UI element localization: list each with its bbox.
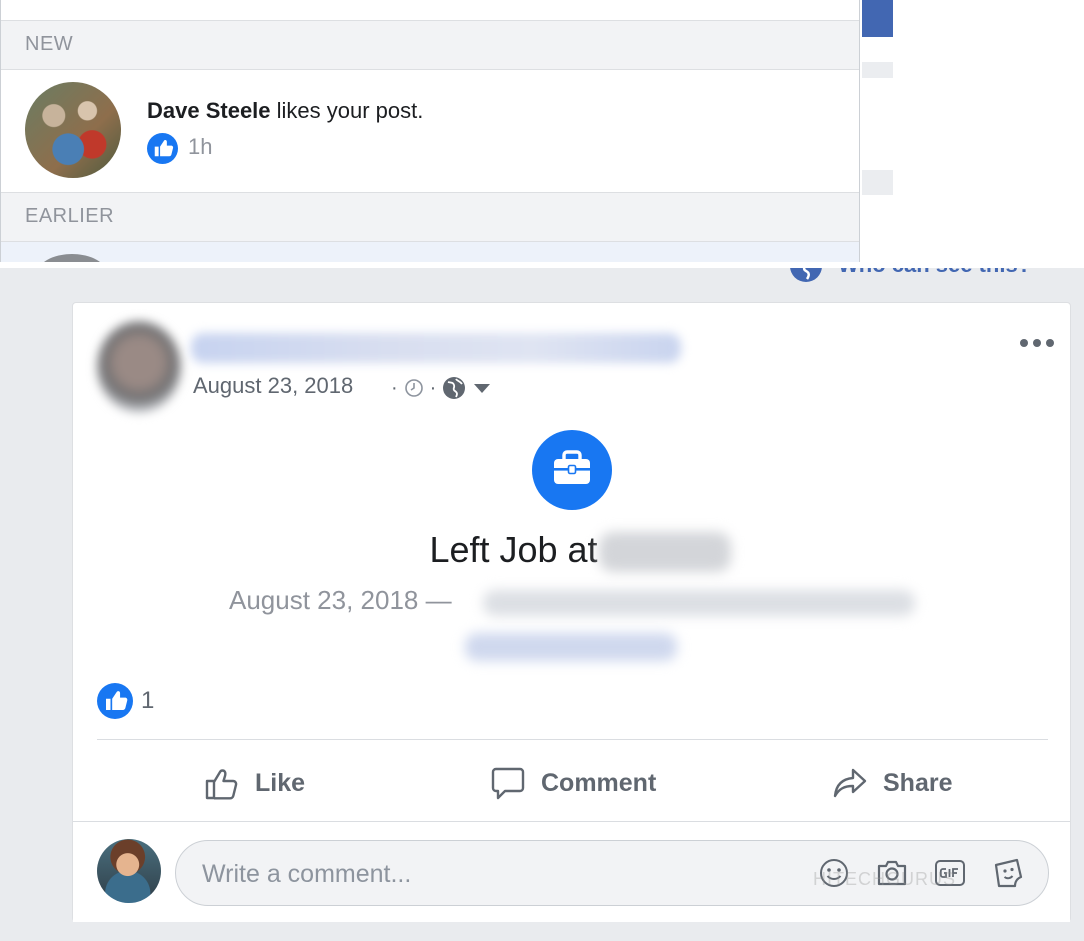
life-event-date: August 23, 2018 — <box>229 585 452 615</box>
share-label: Share <box>883 768 953 797</box>
chevron-down-icon[interactable] <box>472 381 492 395</box>
section-header-new: NEW <box>1 20 859 70</box>
share-button[interactable]: Share <box>831 763 952 803</box>
who-can-see-label: Who can see this? <box>838 268 1031 278</box>
briefcase-icon <box>532 430 612 510</box>
share-icon <box>833 768 867 798</box>
comment-box[interactable] <box>175 840 1049 907</box>
meta-separator: · <box>429 376 437 399</box>
background-edge <box>862 170 893 195</box>
post-card: August 23, 2018 · · Left Job at August 2… <box>72 302 1071 922</box>
avatar[interactable] <box>97 321 181 413</box>
more-options-icon[interactable] <box>1019 337 1055 349</box>
post-meta: · · <box>391 375 492 401</box>
globe-icon <box>790 268 822 282</box>
comment-label: Comment <box>541 768 657 797</box>
comment-input[interactable] <box>200 841 804 907</box>
sticker-icon[interactable] <box>990 855 1026 891</box>
like-icon <box>147 133 178 164</box>
life-event-title-row: Left Job at <box>73 529 1070 571</box>
employer-redacted <box>599 532 731 572</box>
notification-time: 1h <box>188 134 213 159</box>
notification-actor: Dave Steele <box>147 98 271 123</box>
section-header-earlier: EARLIER <box>1 192 859 242</box>
notification-action: likes your post. <box>270 98 424 123</box>
reaction-count: 1 <box>141 687 155 714</box>
comment-icon <box>491 767 525 800</box>
notification-text: Dave Steele likes your post. <box>147 98 423 124</box>
life-event-title: Left Job at <box>429 529 598 570</box>
location-redacted[interactable] <box>465 633 677 661</box>
divider <box>97 739 1048 740</box>
post-region: Who can see this? August 23, 2018 · · <box>0 268 1084 941</box>
gif-icon[interactable] <box>932 855 968 891</box>
background-edge <box>862 62 893 78</box>
reactions-summary[interactable]: 1 <box>97 683 154 719</box>
comment-button[interactable]: Comment <box>489 763 656 803</box>
like-icon <box>97 683 133 719</box>
globe-icon[interactable] <box>442 376 466 400</box>
job-title-redacted <box>483 590 915 616</box>
clock-icon <box>404 379 423 397</box>
notification-item[interactable] <box>1 242 859 262</box>
thumbs-up-icon <box>205 769 238 800</box>
author-name-redacted[interactable] <box>191 333 681 363</box>
meta-separator: · <box>391 376 398 399</box>
notifications-region: NEW Dave Steele likes your post. 1h EARL… <box>0 0 1084 262</box>
post-date[interactable]: August 23, 2018 <box>193 373 353 399</box>
like-label: Like <box>255 768 306 797</box>
like-button[interactable]: Like <box>203 763 305 803</box>
avatar <box>25 82 121 178</box>
camera-icon[interactable] <box>874 855 910 891</box>
header-bar-edge <box>862 0 893 37</box>
comment-composer: HITECHGURUS <box>73 822 1070 922</box>
comment-tools <box>816 855 1026 891</box>
notification-item[interactable]: Dave Steele likes your post. 1h <box>1 70 859 192</box>
avatar[interactable] <box>97 839 161 903</box>
avatar <box>37 254 107 262</box>
emoji-icon[interactable] <box>816 855 852 891</box>
notifications-dropdown: NEW Dave Steele likes your post. 1h EARL… <box>0 0 860 262</box>
